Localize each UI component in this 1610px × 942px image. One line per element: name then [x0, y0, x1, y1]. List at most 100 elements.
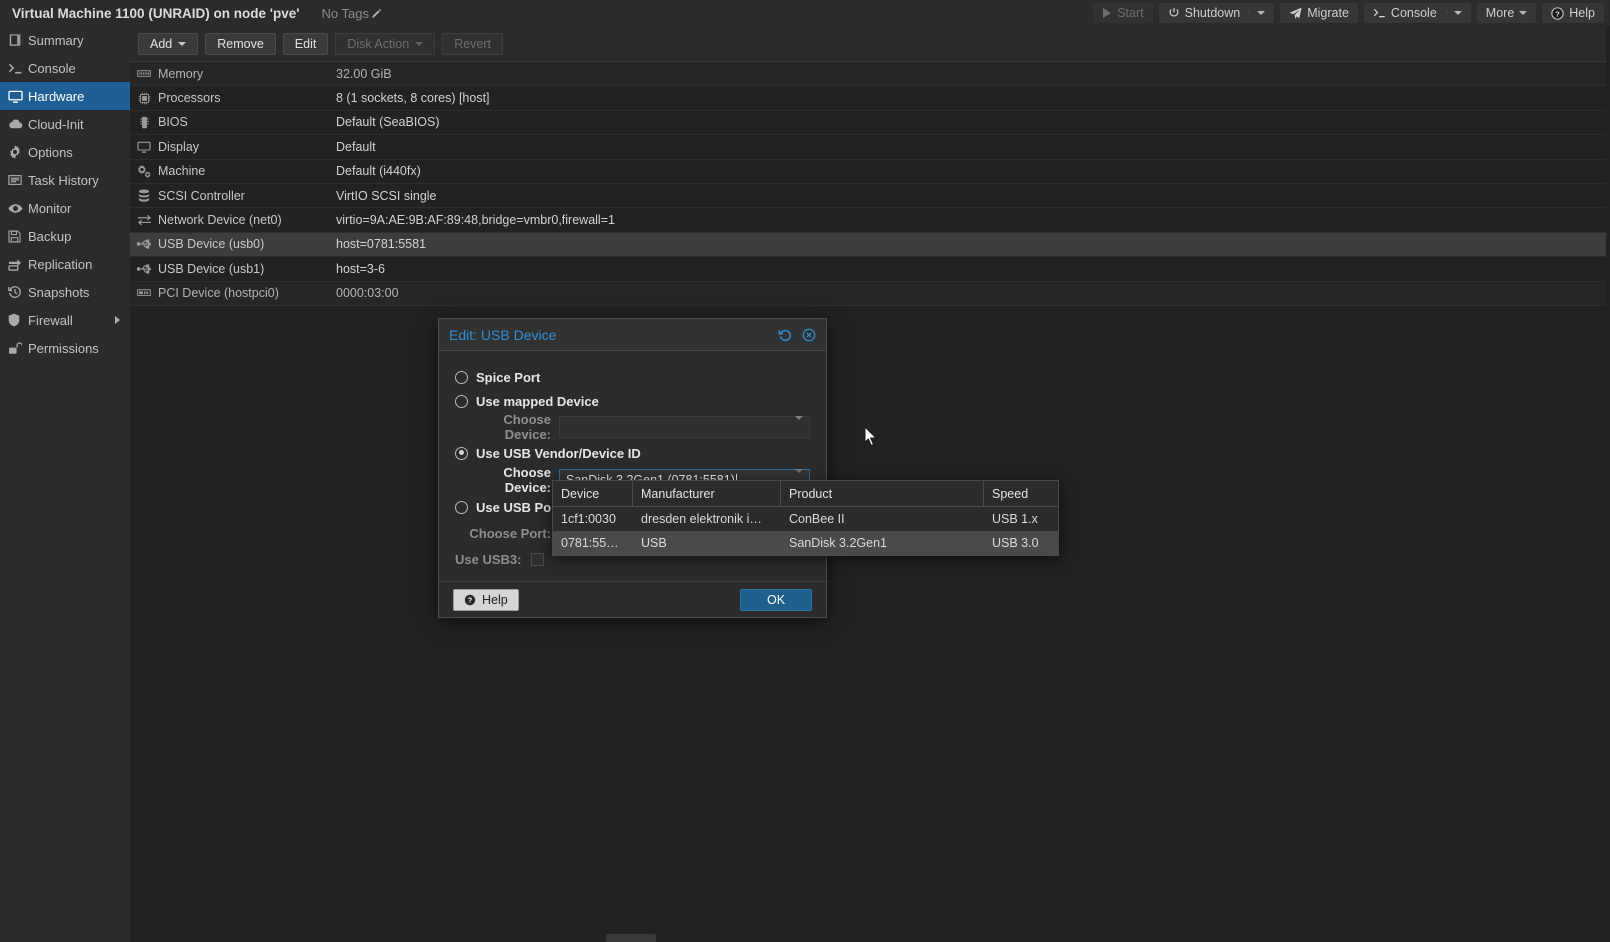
- svg-text:?: ?: [1555, 9, 1560, 18]
- sidebar-item-permissions[interactable]: Permissions: [0, 334, 130, 362]
- choose-port-label: Choose Port:: [469, 525, 551, 541]
- table-row[interactable]: USB Device (usb0) host=0781:5581: [130, 232, 1610, 258]
- hardware-value: host=0781:5581: [336, 237, 427, 252]
- cell-device: 0781:55…: [561, 536, 619, 550]
- radio-spice-port[interactable]: Spice Port: [455, 365, 810, 389]
- cell-product: SanDisk 3.2Gen1: [789, 536, 887, 550]
- sidebar-item-label: Snapshots: [28, 284, 90, 300]
- migrate-button[interactable]: Migrate: [1280, 3, 1358, 23]
- mapped-device-select[interactable]: [559, 416, 810, 438]
- start-button[interactable]: Start: [1093, 3, 1153, 23]
- page-title: Virtual Machine 1100 (UNRAID) on node 'p…: [12, 5, 300, 21]
- dialog-help-button[interactable]: ? Help: [453, 588, 519, 611]
- table-row[interactable]: PCI Device (hostpci0) 0000:03:00: [130, 281, 1610, 306]
- hardware-key: Memory: [158, 66, 204, 81]
- sidebar-item-console[interactable]: Console: [0, 54, 130, 82]
- column-header-product[interactable]: Product: [781, 481, 984, 506]
- hardware-key: Display: [158, 139, 199, 154]
- sidebar-item-label: Firewall: [28, 312, 73, 328]
- chevron-down-icon: [1257, 11, 1266, 15]
- dialog-ok-button[interactable]: OK: [740, 588, 812, 611]
- sidebar-item-summary[interactable]: Summary: [0, 26, 130, 54]
- table-row[interactable]: Machine Default (i440fx): [130, 160, 1610, 184]
- table-row[interactable]: Memory 32.00 GiB: [130, 62, 1610, 87]
- console-dropdown-toggle[interactable]: [1445, 11, 1462, 15]
- disk-action-button[interactable]: Disk Action: [335, 32, 436, 55]
- sidebar-item-cloud-init[interactable]: Cloud-Init: [0, 110, 130, 138]
- unlock-icon: [8, 341, 28, 355]
- cloud-icon: [8, 118, 28, 130]
- start-button-label: Start: [1117, 6, 1144, 20]
- list-icon: [8, 174, 28, 186]
- add-button-label: Add: [150, 36, 173, 51]
- sidebar-item-monitor[interactable]: Monitor: [0, 194, 130, 222]
- table-row[interactable]: USB Device (usb1) host=3-6: [130, 257, 1610, 282]
- radio-label: Spice Port: [476, 369, 541, 385]
- sidebar-item-label: Hardware: [28, 88, 85, 104]
- column-header-device[interactable]: Device: [553, 481, 633, 506]
- chip-icon: [130, 116, 158, 129]
- vendor-device-label: Choose Device:: [503, 465, 551, 495]
- eye-icon: [8, 203, 28, 214]
- column-header-speed[interactable]: Speed: [984, 481, 1058, 506]
- chevron-down-icon: [415, 41, 424, 46]
- add-button[interactable]: Add: [138, 32, 199, 55]
- sidebar-item-firewall[interactable]: Firewall: [0, 306, 130, 334]
- chevron-right-icon: [115, 316, 120, 324]
- hardware-value: Default: [336, 139, 376, 154]
- svg-text:?: ?: [468, 596, 472, 604]
- dropdown-option-row[interactable]: 1cf1:0030 dresden elektronik i… ConBee I…: [553, 507, 1058, 531]
- reset-icon[interactable]: [778, 328, 792, 342]
- edit-button[interactable]: Edit: [282, 32, 329, 55]
- shutdown-button[interactable]: Shutdown: [1158, 3, 1275, 23]
- table-row[interactable]: Display Default: [130, 135, 1610, 160]
- more-button[interactable]: More: [1476, 3, 1537, 23]
- shutdown-dropdown-toggle[interactable]: [1249, 11, 1266, 15]
- dialog-titlebar: Edit: USB Device: [439, 319, 826, 351]
- sidebar-item-replication[interactable]: Replication: [0, 250, 130, 278]
- cogs-icon: [130, 164, 158, 178]
- radio-icon: [455, 446, 468, 460]
- monitor-icon: [8, 90, 28, 103]
- column-header-manufacturer[interactable]: Manufacturer: [633, 481, 781, 506]
- hardware-key: PCI Device (hostpci0): [158, 286, 279, 301]
- pci-icon: [130, 288, 158, 298]
- bottom-scroll-nub[interactable]: [606, 934, 656, 942]
- sidebar-item-hardware[interactable]: Hardware: [0, 82, 130, 110]
- tags-label: No Tags: [321, 5, 369, 21]
- sidebar-item-options[interactable]: Options: [0, 138, 130, 166]
- radio-use-usb-vendor-device-id[interactable]: Use USB Vendor/Device ID: [455, 441, 810, 465]
- cell-product: ConBee II: [789, 512, 845, 526]
- remove-button[interactable]: Remove: [205, 32, 276, 55]
- edit-usb-device-dialog: Edit: USB Device Spice Port Use mapped D…: [438, 318, 827, 618]
- mapped-device-row: Choose Device:: [455, 412, 810, 442]
- use-usb3-label: Use USB3:: [455, 551, 522, 567]
- sidebar-item-task-history[interactable]: Task History: [0, 166, 130, 194]
- table-row[interactable]: BIOS Default (SeaBIOS): [130, 111, 1610, 136]
- dropdown-option-row[interactable]: 0781:55… USB SanDisk 3.2Gen1 USB 3.0: [553, 531, 1058, 555]
- console-button[interactable]: Console: [1363, 3, 1471, 23]
- use-usb3-checkbox[interactable]: [531, 552, 545, 566]
- sidebar-item-snapshots[interactable]: Snapshots: [0, 278, 130, 306]
- revert-button[interactable]: Revert: [442, 32, 504, 55]
- chevron-down-icon: [178, 41, 187, 46]
- tags-area[interactable]: No Tags: [321, 5, 382, 21]
- hardware-key: Processors: [158, 91, 221, 106]
- hardware-key: SCSI Controller: [158, 188, 245, 203]
- hardware-value: 32.00 GiB: [336, 66, 392, 81]
- help-button[interactable]: ? Help: [1542, 3, 1604, 23]
- sidebar-item-backup[interactable]: Backup: [0, 222, 130, 250]
- radio-use-mapped-device[interactable]: Use mapped Device: [455, 389, 810, 413]
- sidebar-item-label: Monitor: [28, 200, 72, 216]
- table-row[interactable]: SCSI Controller VirtIO SCSI single: [130, 184, 1610, 209]
- hardware-key: USB Device (usb0): [158, 237, 265, 252]
- floppy-icon: [8, 229, 28, 243]
- table-row[interactable]: Network Device (net0) virtio=9A:AE:9B:AF…: [130, 208, 1610, 233]
- cell-speed: USB 1.x: [992, 512, 1038, 526]
- hardware-value: VirtIO SCSI single: [336, 188, 437, 203]
- pencil-icon[interactable]: [371, 8, 382, 19]
- hardware-key: Machine: [158, 164, 206, 179]
- table-row[interactable]: Processors 8 (1 sockets, 8 cores) [host]: [130, 86, 1610, 111]
- terminal-icon: [8, 62, 28, 75]
- close-circle-icon[interactable]: [802, 328, 816, 342]
